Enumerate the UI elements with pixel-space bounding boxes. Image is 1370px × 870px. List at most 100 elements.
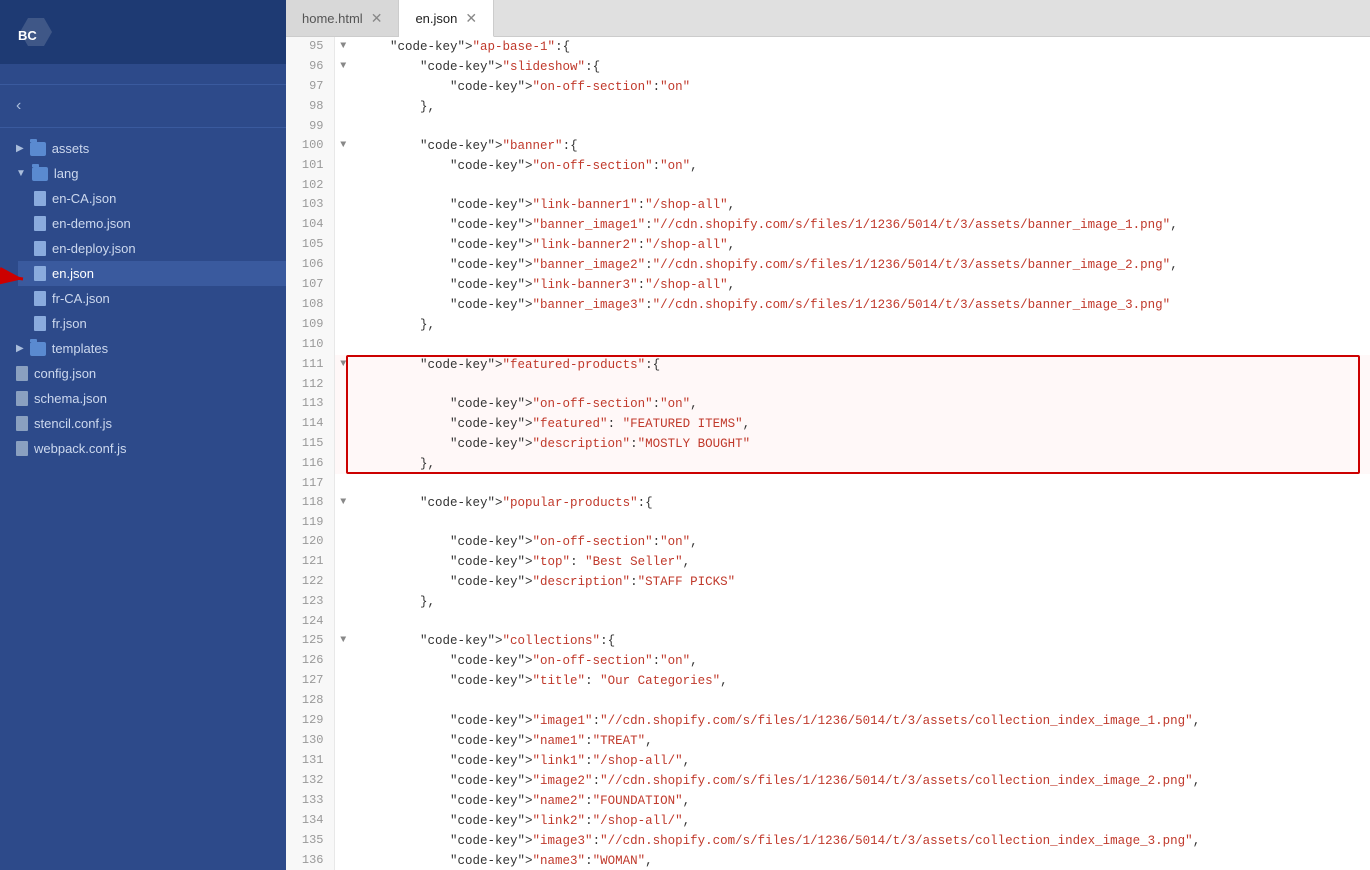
file-label-en-deploy: en-deploy.json bbox=[52, 241, 136, 256]
folder-icon-lang bbox=[32, 167, 48, 181]
folder-label-templates: templates bbox=[52, 341, 108, 356]
file-icon-config bbox=[16, 366, 28, 381]
folder-icon-templates bbox=[30, 342, 46, 356]
file-label-en-demo: en-demo.json bbox=[52, 216, 131, 231]
code-line-101: 101 "code-key">"on-off-section":"on", bbox=[286, 156, 1370, 176]
tabs-bar: home.html ✕ en.json ✕ bbox=[286, 0, 1370, 37]
sidebar-item-en-demo-json[interactable]: en-demo.json bbox=[18, 211, 286, 236]
sidebar-item-stencil-conf[interactable]: stencil.conf.js bbox=[0, 411, 286, 436]
code-line-107: 107 "code-key">"link-banner3":"/shop-all… bbox=[286, 275, 1370, 295]
code-line-114: 114 "code-key">"featured": "FEATURED ITE… bbox=[286, 414, 1370, 434]
folder-label-lang: lang bbox=[54, 166, 79, 181]
file-icon-schema bbox=[16, 391, 28, 406]
code-line-125: 125▼ "code-key">"collections":{ bbox=[286, 631, 1370, 651]
code-line-95: 95▼ "code-key">"ap-base-1":{ bbox=[286, 37, 1370, 57]
code-line-134: 134 "code-key">"link2":"/shop-all/", bbox=[286, 811, 1370, 831]
file-label-en-ca: en-CA.json bbox=[52, 191, 116, 206]
code-line-109: 109 }, bbox=[286, 315, 1370, 335]
code-line-97: 97 "code-key">"on-off-section":"on" bbox=[286, 77, 1370, 97]
tab-label-home-html: home.html bbox=[302, 11, 363, 26]
editor-wrapper: 95▼ "code-key">"ap-base-1":{96▼ "code-ke… bbox=[286, 37, 1370, 870]
code-line-127: 127 "code-key">"title": "Our Categories"… bbox=[286, 671, 1370, 691]
sidebar-item-fr-json[interactable]: fr.json bbox=[18, 311, 286, 336]
file-label-fr: fr.json bbox=[52, 316, 87, 331]
caret-right-icon: ▶ bbox=[16, 143, 24, 154]
file-label-webpack: webpack.conf.js bbox=[34, 441, 127, 456]
sidebar-item-lang[interactable]: ▼ lang bbox=[0, 161, 286, 186]
folder-icon bbox=[30, 142, 46, 156]
code-line-119: 119 bbox=[286, 513, 1370, 532]
svg-text:BC: BC bbox=[18, 28, 37, 43]
chevron-left-icon: ‹ bbox=[16, 97, 21, 115]
logo-area: BC bbox=[0, 0, 286, 64]
code-line-118: 118▼ "code-key">"popular-products":{ bbox=[286, 493, 1370, 513]
tab-label-en-json: en.json bbox=[415, 11, 457, 26]
sidebar-item-en-ca-json[interactable]: en-CA.json bbox=[18, 186, 286, 211]
folder-label-assets: assets bbox=[52, 141, 90, 156]
sidebar-item-schema-json[interactable]: schema.json bbox=[0, 386, 286, 411]
caret-down-icon: ▼ bbox=[16, 168, 26, 179]
edit-theme-section[interactable]: ‹ bbox=[0, 85, 286, 128]
file-icon-stencil bbox=[16, 416, 28, 431]
file-icon-fr bbox=[34, 316, 46, 331]
code-line-111: 111▼ "code-key">"featured-products":{ bbox=[286, 355, 1370, 375]
code-line-120: 120 "code-key">"on-off-section":"on", bbox=[286, 532, 1370, 552]
sidebar-item-assets[interactable]: ▶ assets bbox=[0, 136, 286, 161]
code-line-103: 103 "code-key">"link-banner1":"/shop-all… bbox=[286, 195, 1370, 215]
code-line-117: 117 bbox=[286, 474, 1370, 493]
code-line-133: 133 "code-key">"name2":"FOUNDATION", bbox=[286, 791, 1370, 811]
code-line-122: 122 "code-key">"description":"STAFF PICK… bbox=[286, 572, 1370, 592]
code-line-100: 100▼ "code-key">"banner":{ bbox=[286, 136, 1370, 156]
code-line-126: 126 "code-key">"on-off-section":"on", bbox=[286, 651, 1370, 671]
sidebar: BC ‹ ▶ assets ▼ lang bbox=[0, 0, 286, 870]
sidebar-item-templates[interactable]: ▶ templates bbox=[0, 336, 286, 361]
code-line-104: 104 "code-key">"banner_image1":"//cdn.sh… bbox=[286, 215, 1370, 235]
main-content: home.html ✕ en.json ✕ 95▼ "code-key">"ap… bbox=[286, 0, 1370, 870]
file-icon-webpack bbox=[16, 441, 28, 456]
file-label-config: config.json bbox=[34, 366, 96, 381]
file-icon-en-ca bbox=[34, 191, 46, 206]
tab-home-html[interactable]: home.html ✕ bbox=[286, 0, 399, 36]
theme-info bbox=[0, 64, 286, 85]
code-line-105: 105 "code-key">"link-banner2":"/shop-all… bbox=[286, 235, 1370, 255]
code-line-115: 115 "code-key">"description":"MOSTLY BOU… bbox=[286, 434, 1370, 454]
file-label-stencil: stencil.conf.js bbox=[34, 416, 112, 431]
file-label-en: en.json bbox=[52, 266, 94, 281]
code-line-112: 112 bbox=[286, 375, 1370, 394]
file-label-fr-ca: fr-CA.json bbox=[52, 291, 110, 306]
sidebar-item-webpack-conf[interactable]: webpack.conf.js bbox=[0, 436, 286, 461]
file-icon-fr-ca bbox=[34, 291, 46, 306]
bigcommerce-logo-icon: BC bbox=[16, 14, 52, 50]
code-line-113: 113 "code-key">"on-off-section":"on", bbox=[286, 394, 1370, 414]
code-line-102: 102 bbox=[286, 176, 1370, 195]
code-line-110: 110 bbox=[286, 335, 1370, 354]
code-line-99: 99 bbox=[286, 117, 1370, 136]
sidebar-item-config-json[interactable]: config.json bbox=[0, 361, 286, 386]
code-line-136: 136 "code-key">"name3":"WOMAN", bbox=[286, 851, 1370, 870]
close-tab-en-json[interactable]: ✕ bbox=[465, 11, 477, 25]
file-icon-en-demo bbox=[34, 216, 46, 231]
code-editor[interactable]: 95▼ "code-key">"ap-base-1":{96▼ "code-ke… bbox=[286, 37, 1370, 870]
sidebar-item-fr-ca-json[interactable]: fr-CA.json bbox=[18, 286, 286, 311]
caret-right-icon-templates: ▶ bbox=[16, 343, 24, 354]
code-line-129: 129 "code-key">"image1":"//cdn.shopify.c… bbox=[286, 711, 1370, 731]
code-line-132: 132 "code-key">"image2":"//cdn.shopify.c… bbox=[286, 771, 1370, 791]
file-tree: ▶ assets ▼ lang en-CA.json en-demo.json … bbox=[0, 128, 286, 870]
code-line-135: 135 "code-key">"image3":"//cdn.shopify.c… bbox=[286, 831, 1370, 851]
code-line-96: 96▼ "code-key">"slideshow":{ bbox=[286, 57, 1370, 77]
code-line-106: 106 "code-key">"banner_image2":"//cdn.sh… bbox=[286, 255, 1370, 275]
code-table: 95▼ "code-key">"ap-base-1":{96▼ "code-ke… bbox=[286, 37, 1370, 870]
code-line-131: 131 "code-key">"link1":"/shop-all/", bbox=[286, 751, 1370, 771]
tab-en-json[interactable]: en.json ✕ bbox=[399, 0, 494, 37]
code-line-108: 108 "code-key">"banner_image3":"//cdn.sh… bbox=[286, 295, 1370, 315]
code-line-98: 98 }, bbox=[286, 97, 1370, 117]
code-line-130: 130 "code-key">"name1":"TREAT", bbox=[286, 731, 1370, 751]
code-line-128: 128 bbox=[286, 691, 1370, 710]
code-line-124: 124 bbox=[286, 612, 1370, 631]
sidebar-item-en-deploy-json[interactable]: en-deploy.json bbox=[18, 236, 286, 261]
sidebar-item-en-json[interactable]: en.json bbox=[18, 261, 286, 286]
code-line-121: 121 "code-key">"top": "Best Seller", bbox=[286, 552, 1370, 572]
file-label-schema: schema.json bbox=[34, 391, 107, 406]
code-line-123: 123 }, bbox=[286, 592, 1370, 612]
close-tab-home-html[interactable]: ✕ bbox=[371, 11, 383, 25]
